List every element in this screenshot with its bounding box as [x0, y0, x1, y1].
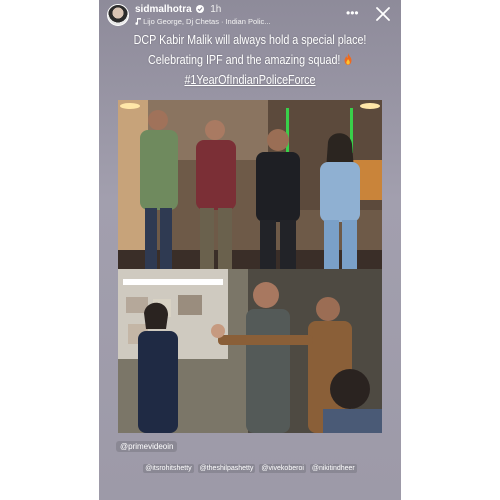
music-info[interactable]: Lijo George, Dj Chetas · Indian Polic... — [135, 17, 271, 26]
story-viewer[interactable]: sidmalhotra 1h Lijo George, Dj Chetas · In… — [99, 0, 401, 500]
story-header: sidmalhotra 1h — [135, 4, 221, 15]
music-icon — [135, 18, 141, 25]
verified-icon — [196, 5, 205, 14]
caption-line-2-text: Celebrating IPF and the amazing squad! — [147, 53, 341, 67]
mention-tag[interactable]: @theshilpashetty — [197, 464, 256, 473]
username[interactable]: sidmalhotra — [135, 4, 192, 15]
hashtag-link[interactable]: #1YearOfIndianPoliceForce — [120, 70, 380, 90]
music-title: Indian Polic... — [225, 17, 271, 26]
mention-tag[interactable]: @nikitindheer — [309, 464, 357, 473]
music-artists: Lijo George, Dj Chetas — [143, 17, 219, 26]
fire-emoji-icon — [344, 53, 352, 65]
caption-line-1: DCP Kabir Malik will always hold a speci… — [133, 33, 367, 47]
mention-primevideo[interactable]: @primevideoin — [116, 441, 178, 452]
caption-line-2: Celebrating IPF and the amazing squad! — [120, 50, 380, 70]
mention-row: @itsrohitshetty @theshilpashetty @viveko… — [99, 464, 401, 473]
mention-tag[interactable]: @vivekoberoi — [259, 464, 306, 473]
group-photo — [118, 100, 382, 269]
more-options-icon[interactable]: ••• — [346, 7, 359, 19]
scene-photo — [118, 269, 382, 433]
mention-tag[interactable]: @itsrohitshetty — [143, 464, 194, 473]
story-caption: DCP Kabir Malik will always hold a speci… — [99, 30, 401, 90]
avatar[interactable] — [107, 4, 129, 26]
close-icon[interactable] — [375, 6, 391, 22]
post-time: 1h — [210, 4, 222, 15]
